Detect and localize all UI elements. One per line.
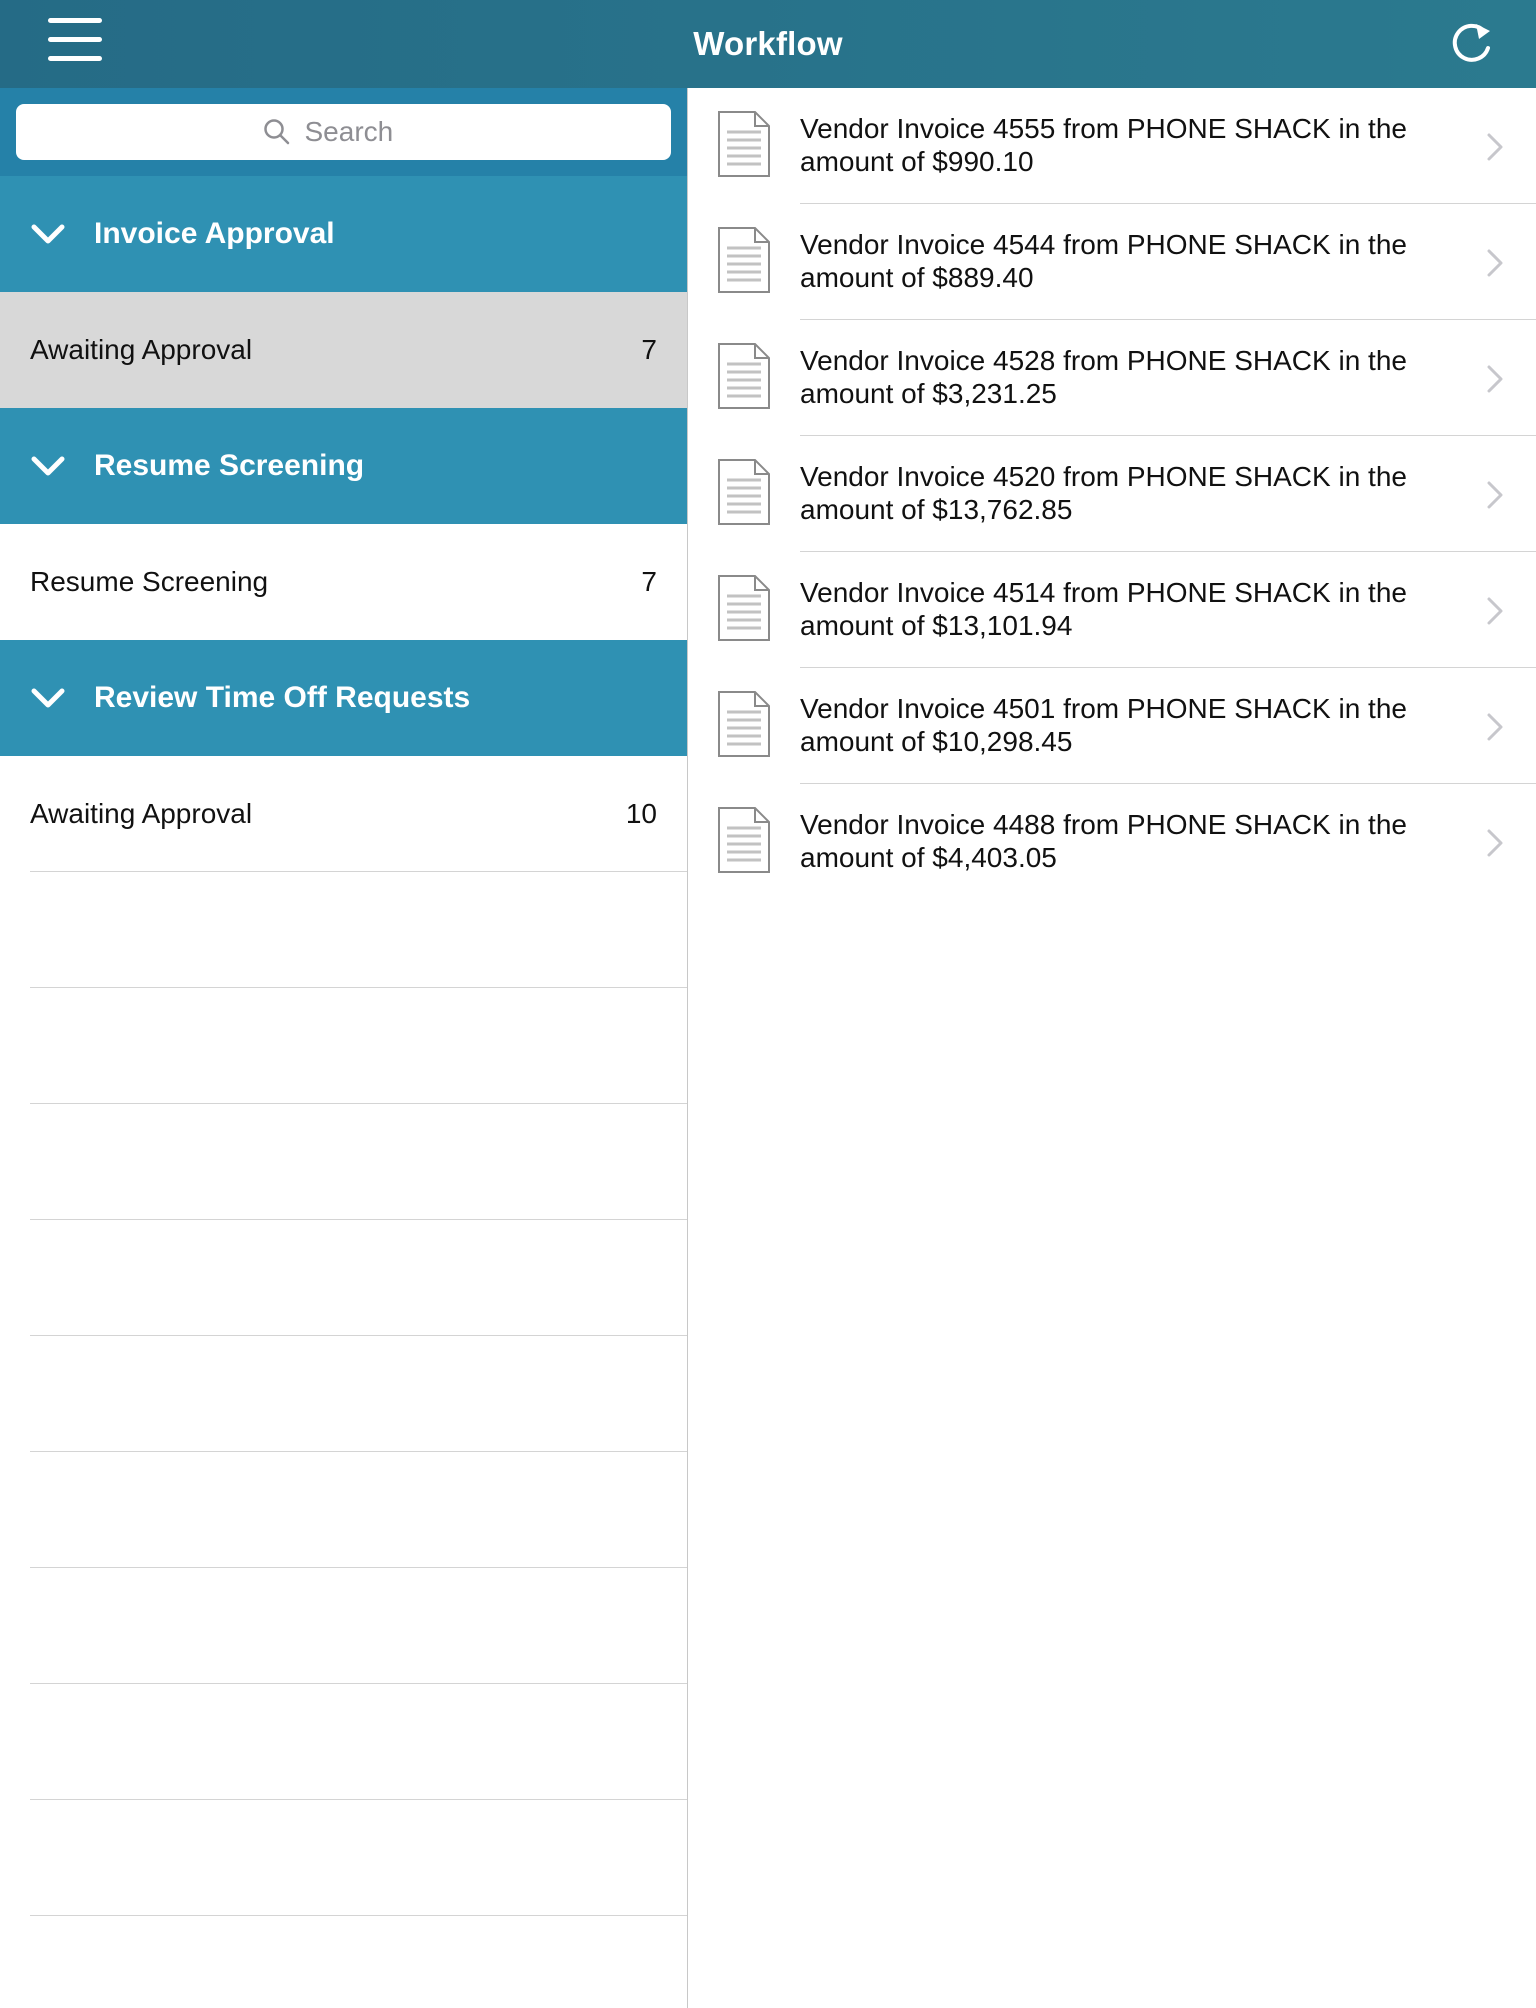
empty-row xyxy=(30,1452,687,1568)
document-icon xyxy=(718,691,770,757)
empty-row xyxy=(30,1220,687,1336)
chevron-right-icon xyxy=(1487,365,1503,393)
invoice-line-2: amount of $13,101.94 xyxy=(800,610,1073,641)
invoice-line-1: Vendor Invoice 4520 from PHONE SHACK in … xyxy=(800,461,1407,492)
invoice-row[interactable]: Vendor Invoice 4520 from PHONE SHACK in … xyxy=(689,436,1536,552)
search-bar xyxy=(0,88,687,176)
sidebar-item-label: Awaiting Approval xyxy=(30,334,253,365)
invoice-title: Vendor Invoice 4501 from PHONE SHACK in … xyxy=(800,692,1440,758)
invoice-row[interactable]: Vendor Invoice 4528 from PHONE SHACK in … xyxy=(689,320,1536,436)
document-icon xyxy=(718,227,770,293)
invoice-line-2: amount of $889.40 xyxy=(800,262,1034,293)
search-input[interactable] xyxy=(304,116,425,148)
invoice-row[interactable]: Vendor Invoice 4514 from PHONE SHACK in … xyxy=(689,552,1536,668)
document-icon xyxy=(718,575,770,641)
empty-row xyxy=(30,872,687,988)
document-icon xyxy=(718,807,770,873)
invoice-line-2: amount of $10,298.45 xyxy=(800,726,1073,757)
invoice-title: Vendor Invoice 4488 from PHONE SHACK in … xyxy=(800,808,1440,874)
group-label: Invoice Approval xyxy=(94,217,335,250)
invoice-title: Vendor Invoice 4520 from PHONE SHACK in … xyxy=(800,460,1440,526)
chevron-right-icon xyxy=(1487,597,1503,625)
invoice-title: Vendor Invoice 4528 from PHONE SHACK in … xyxy=(800,344,1440,410)
count-badge: 10 xyxy=(625,797,657,829)
document-icon xyxy=(718,343,770,409)
sidebar-item-label: Awaiting Approval xyxy=(30,797,253,829)
count-badge: 7 xyxy=(641,566,657,597)
invoice-line-1: Vendor Invoice 4488 from PHONE SHACK in … xyxy=(800,809,1407,840)
refresh-icon[interactable] xyxy=(1446,18,1498,70)
document-icon xyxy=(718,111,770,177)
chevron-right-icon xyxy=(1487,481,1503,509)
sidebar-item-invoice-awaiting-approval[interactable]: Awaiting Approval 7 xyxy=(0,292,687,408)
chevron-right-icon xyxy=(1487,713,1503,741)
invoice-row[interactable]: Vendor Invoice 4555 from PHONE SHACK in … xyxy=(689,88,1536,204)
search-field[interactable] xyxy=(16,104,671,160)
invoice-title: Vendor Invoice 4544 from PHONE SHACK in … xyxy=(800,228,1440,294)
sidebar-item-resume-screening[interactable]: Resume Screening 7 xyxy=(0,524,687,640)
invoice-line-1: Vendor Invoice 4528 from PHONE SHACK in … xyxy=(800,345,1407,376)
chevron-down-icon xyxy=(31,456,65,476)
invoice-line-2: amount of $4,403.05 xyxy=(800,842,1057,873)
chevron-down-icon xyxy=(31,224,65,244)
search-icon xyxy=(263,119,289,145)
count-badge: 7 xyxy=(641,334,657,365)
empty-row xyxy=(30,1104,687,1220)
chevron-down-icon xyxy=(31,688,65,708)
document-icon xyxy=(718,459,770,525)
empty-row xyxy=(30,1684,687,1800)
invoice-line-2: amount of $990.10 xyxy=(800,146,1034,177)
invoice-line-2: amount of $3,231.25 xyxy=(800,378,1057,409)
invoice-line-1: Vendor Invoice 4555 from PHONE SHACK in … xyxy=(800,113,1407,144)
chevron-right-icon xyxy=(1487,133,1503,161)
empty-row xyxy=(30,1568,687,1684)
sidebar-item-timeoff-awaiting-approval[interactable]: Awaiting Approval 10 xyxy=(30,756,687,872)
invoice-row[interactable]: Vendor Invoice 4544 from PHONE SHACK in … xyxy=(689,204,1536,320)
chevron-right-icon xyxy=(1487,829,1503,857)
empty-row xyxy=(30,1336,687,1452)
invoice-line-2: amount of $13,762.85 xyxy=(800,494,1073,525)
hamburger-menu-icon[interactable] xyxy=(48,18,102,62)
invoice-row[interactable]: Vendor Invoice 4501 from PHONE SHACK in … xyxy=(689,668,1536,784)
group-header-review-time-off[interactable]: Review Time Off Requests xyxy=(0,640,687,756)
group-label: Review Time Off Requests xyxy=(94,681,471,714)
empty-row xyxy=(30,988,687,1104)
empty-row xyxy=(30,1800,687,1916)
group-header-invoice-approval[interactable]: Invoice Approval xyxy=(0,176,687,292)
invoice-row[interactable]: Vendor Invoice 4488 from PHONE SHACK in … xyxy=(689,784,1536,900)
group-label: Resume Screening xyxy=(94,449,365,482)
page-title: Workflow xyxy=(693,25,843,62)
invoice-line-1: Vendor Invoice 4514 from PHONE SHACK in … xyxy=(800,577,1407,608)
invoice-line-1: Vendor Invoice 4544 from PHONE SHACK in … xyxy=(800,229,1407,260)
category-sidebar: Invoice Approval Awaiting Approval 7 Res… xyxy=(0,88,688,2008)
invoice-title: Vendor Invoice 4514 from PHONE SHACK in … xyxy=(800,576,1440,642)
invoice-title: Vendor Invoice 4555 from PHONE SHACK in … xyxy=(800,112,1440,178)
invoice-line-1: Vendor Invoice 4501 from PHONE SHACK in … xyxy=(800,693,1407,724)
invoice-list: Vendor Invoice 4555 from PHONE SHACK in … xyxy=(689,88,1536,2008)
group-header-resume-screening[interactable]: Resume Screening xyxy=(0,408,687,524)
chevron-right-icon xyxy=(1487,249,1503,277)
app-header: Workflow xyxy=(0,0,1536,88)
sidebar-item-label: Resume Screening xyxy=(30,566,269,597)
